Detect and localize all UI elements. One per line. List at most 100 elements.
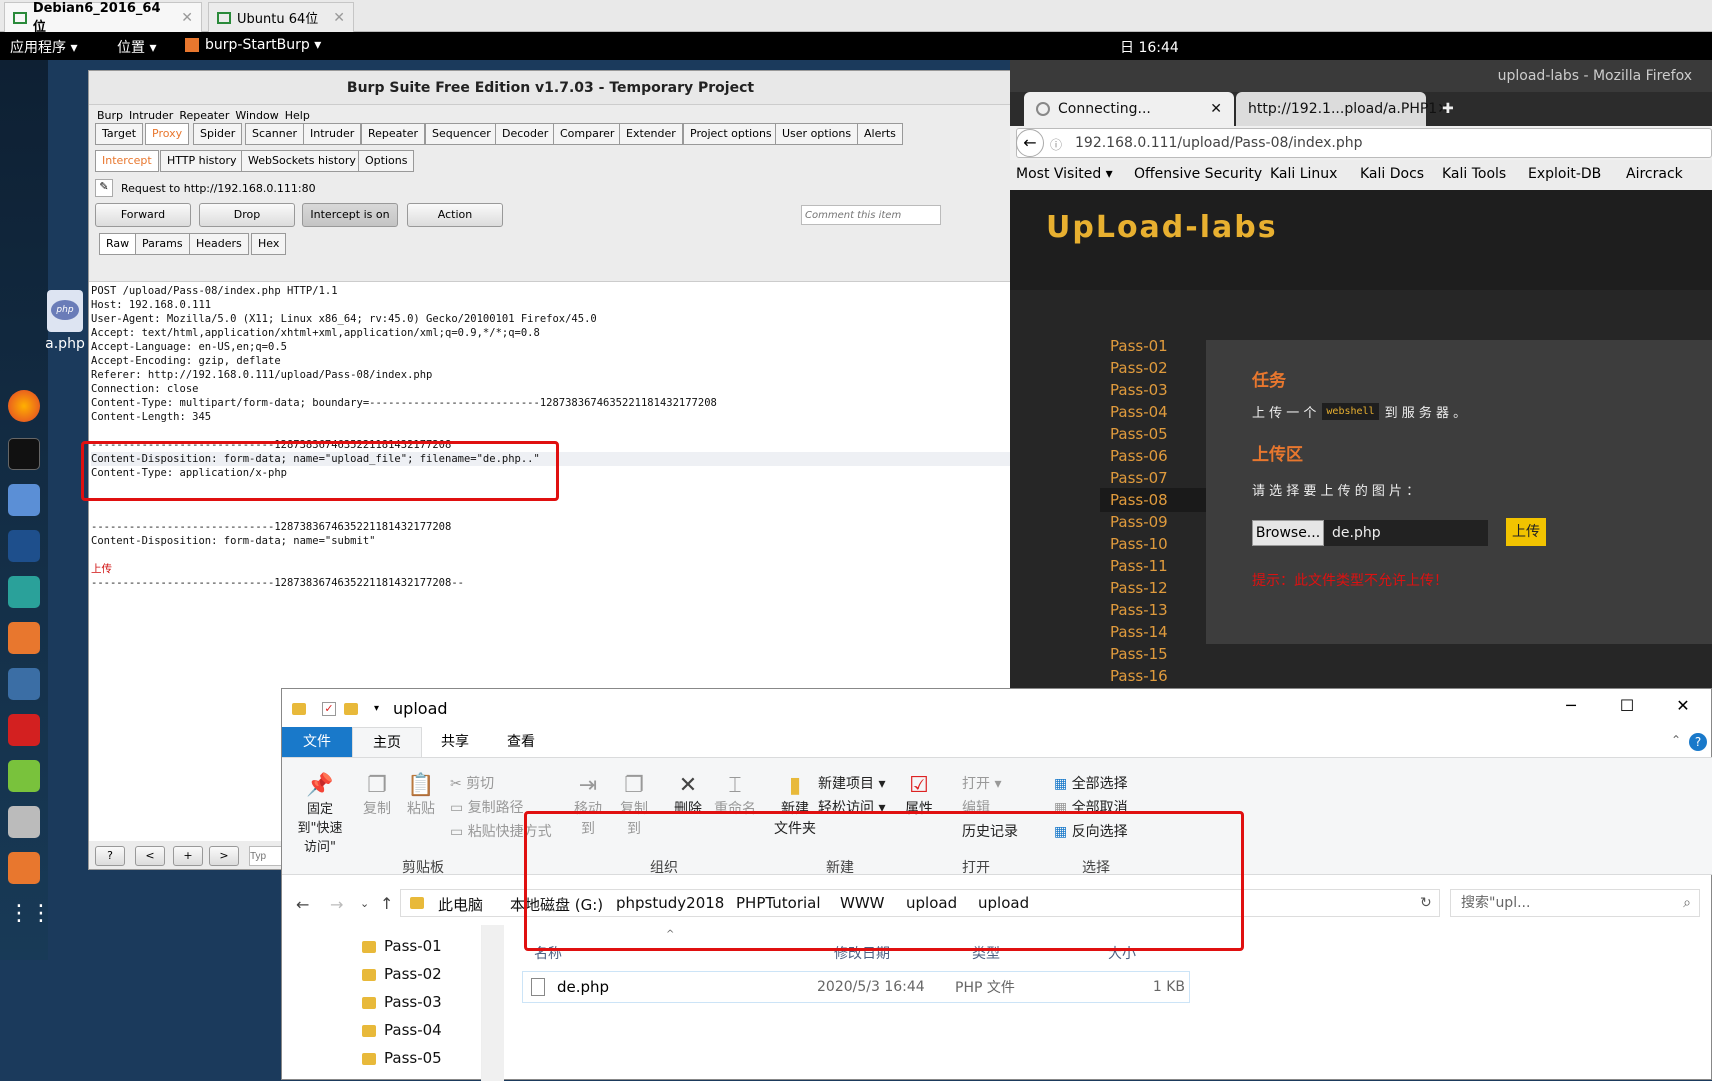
- open-button[interactable]: 打开 ▾: [962, 773, 1001, 793]
- pass-link[interactable]: Pass-11: [1100, 554, 1210, 578]
- pass-link[interactable]: Pass-13: [1100, 598, 1210, 622]
- copy-path-button[interactable]: ▭ 复制路径: [450, 797, 524, 817]
- select-all-button[interactable]: ▦ 全部选择: [1054, 773, 1128, 793]
- forward-icon[interactable]: →: [330, 895, 343, 914]
- tab-proxy[interactable]: Proxy: [145, 123, 190, 145]
- tab-options[interactable]: Options: [358, 150, 415, 172]
- tab-target[interactable]: Target: [95, 123, 144, 145]
- applications-menu[interactable]: 应用程序 ▾: [10, 37, 77, 57]
- bookmark-offensive-security[interactable]: Offensive Security: [1134, 166, 1262, 182]
- tab-raw[interactable]: Raw: [99, 233, 137, 255]
- tab-intruder[interactable]: Intruder: [303, 123, 362, 145]
- maximize-button[interactable]: ☐: [1599, 689, 1655, 723]
- burp-icon[interactable]: [8, 622, 40, 654]
- terminal-icon[interactable]: [8, 438, 40, 470]
- url-bar[interactable]: 192.168.0.111/upload/Pass-08/index.php: [1016, 128, 1712, 158]
- pass-link[interactable]: Pass-14: [1100, 620, 1210, 644]
- vm-tab-debian[interactable]: Debian6_2016_64 位 ✕: [4, 1, 202, 35]
- faraday-icon[interactable]: [8, 714, 40, 746]
- tab-connecting[interactable]: Connecting... ✕: [1024, 92, 1234, 126]
- site-logo[interactable]: UpLoad-labs: [1046, 210, 1278, 245]
- tab-comparer[interactable]: Comparer: [553, 123, 622, 145]
- bookmark-kali-tools[interactable]: Kali Tools: [1442, 166, 1506, 182]
- armitage-icon[interactable]: [8, 576, 40, 608]
- edit-icon[interactable]: ✎: [95, 179, 113, 197]
- tab-decoder[interactable]: Decoder: [495, 123, 556, 145]
- drop-button[interactable]: Drop: [199, 203, 295, 227]
- nav-folder[interactable]: Pass-05: [362, 1049, 442, 1067]
- tab-hex[interactable]: Hex: [251, 233, 287, 255]
- bookmark-exploit-db[interactable]: Exploit-DB: [1528, 166, 1601, 182]
- breadcrumb-this-pc[interactable]: 此电脑: [438, 894, 483, 915]
- bookmark-kali-docs[interactable]: Kali Docs: [1360, 166, 1424, 182]
- leafpad-icon[interactable]: [8, 760, 40, 792]
- nav-folder[interactable]: Pass-02: [362, 965, 442, 983]
- screenshot-icon[interactable]: [8, 806, 40, 838]
- search-box[interactable]: 搜索"upl... ⌕: [1450, 889, 1700, 917]
- pass-link[interactable]: Pass-04: [1100, 400, 1210, 424]
- close-button[interactable]: ✕: [1655, 689, 1711, 723]
- desktop-file-a-php[interactable]: php a.php: [40, 290, 90, 352]
- back-icon[interactable]: ←: [296, 895, 309, 914]
- metasploit-icon[interactable]: [8, 530, 40, 562]
- action-button[interactable]: Action: [407, 203, 503, 227]
- ribbon-tab-view[interactable]: 查看: [488, 727, 554, 757]
- forward-button[interactable]: Forward: [95, 203, 191, 227]
- pass-link[interactable]: Pass-16: [1100, 664, 1210, 688]
- file-row[interactable]: de.php 2020/5/3 16:44 PHP 文件 1 KB: [522, 971, 1190, 1003]
- menu-window[interactable]: Window: [235, 109, 278, 122]
- close-icon[interactable]: ✕: [1210, 101, 1222, 117]
- paste-button[interactable]: 📋 粘贴: [406, 773, 436, 818]
- info-icon[interactable]: ⓘ: [1050, 136, 1062, 153]
- file-name-field[interactable]: de.php: [1324, 520, 1488, 546]
- pass-link[interactable]: Pass-01: [1100, 334, 1210, 358]
- burp-icon[interactable]: [8, 852, 40, 884]
- tab-websockets-history[interactable]: WebSockets history: [241, 150, 363, 172]
- tab-alerts[interactable]: Alerts: [857, 123, 903, 145]
- recent-locations-icon[interactable]: ⌄: [360, 897, 369, 910]
- maltego-icon[interactable]: [8, 668, 40, 700]
- burp-launcher-menu[interactable]: burp-StartBurp ▾: [185, 37, 321, 53]
- next-button[interactable]: >: [209, 846, 239, 866]
- tab-extender[interactable]: Extender: [619, 123, 683, 145]
- pass-link[interactable]: Pass-05: [1100, 422, 1210, 446]
- pass-link[interactable]: Pass-09: [1100, 510, 1210, 534]
- pin-quick-access-button[interactable]: 📌 固定到"快速访问": [292, 773, 348, 855]
- properties-icon[interactable]: ✓: [322, 701, 336, 716]
- files-icon[interactable]: [8, 484, 40, 516]
- new-item-button[interactable]: 新建项目 ▾: [818, 773, 885, 793]
- tab-aphp[interactable]: http://192.1...pload/a.PHP1 ✕: [1236, 92, 1449, 126]
- bookmark-aircrack[interactable]: Aircrack: [1626, 166, 1683, 182]
- tab-spider[interactable]: Spider: [193, 123, 243, 145]
- prev-button[interactable]: <: [135, 846, 165, 866]
- close-icon[interactable]: ✕: [333, 10, 345, 26]
- pass-link[interactable]: Pass-03: [1100, 378, 1210, 402]
- places-menu[interactable]: 位置 ▾: [117, 37, 156, 57]
- comment-input[interactable]: [801, 205, 941, 225]
- help-icon[interactable]: ?: [1689, 733, 1707, 751]
- menu-help[interactable]: Help: [285, 109, 310, 122]
- new-tab-button[interactable]: ✚: [1430, 92, 1466, 126]
- menu-repeater[interactable]: Repeater: [179, 109, 229, 122]
- pass-link[interactable]: Pass-02: [1100, 356, 1210, 380]
- ribbon-tab-share[interactable]: 共享: [422, 727, 488, 757]
- browse-button[interactable]: Browse...: [1252, 520, 1324, 546]
- pass-link[interactable]: Pass-15: [1100, 642, 1210, 666]
- bookmark-kali-linux[interactable]: Kali Linux: [1270, 166, 1337, 182]
- pass-link[interactable]: Pass-07: [1100, 466, 1210, 490]
- tab-sequencer[interactable]: Sequencer: [425, 123, 498, 145]
- tab-user-options[interactable]: User options: [775, 123, 859, 145]
- refresh-icon[interactable]: ↻: [1420, 895, 1432, 911]
- tab-params[interactable]: Params: [135, 233, 190, 255]
- tab-repeater[interactable]: Repeater: [361, 123, 426, 145]
- collapse-ribbon-icon[interactable]: ⌃: [1671, 733, 1681, 747]
- pass-link[interactable]: Pass-06: [1100, 444, 1210, 468]
- upload-button[interactable]: 上传: [1506, 518, 1546, 546]
- intercept-toggle-button[interactable]: Intercept is on: [302, 203, 398, 227]
- menu-burp[interactable]: Burp: [97, 109, 123, 122]
- add-button[interactable]: +: [173, 846, 203, 866]
- firefox-icon[interactable]: [8, 390, 40, 422]
- nav-folder[interactable]: Pass-01: [362, 937, 442, 955]
- copy-button[interactable]: ❐ 复制: [362, 773, 392, 818]
- pass-link[interactable]: Pass-12: [1100, 576, 1210, 600]
